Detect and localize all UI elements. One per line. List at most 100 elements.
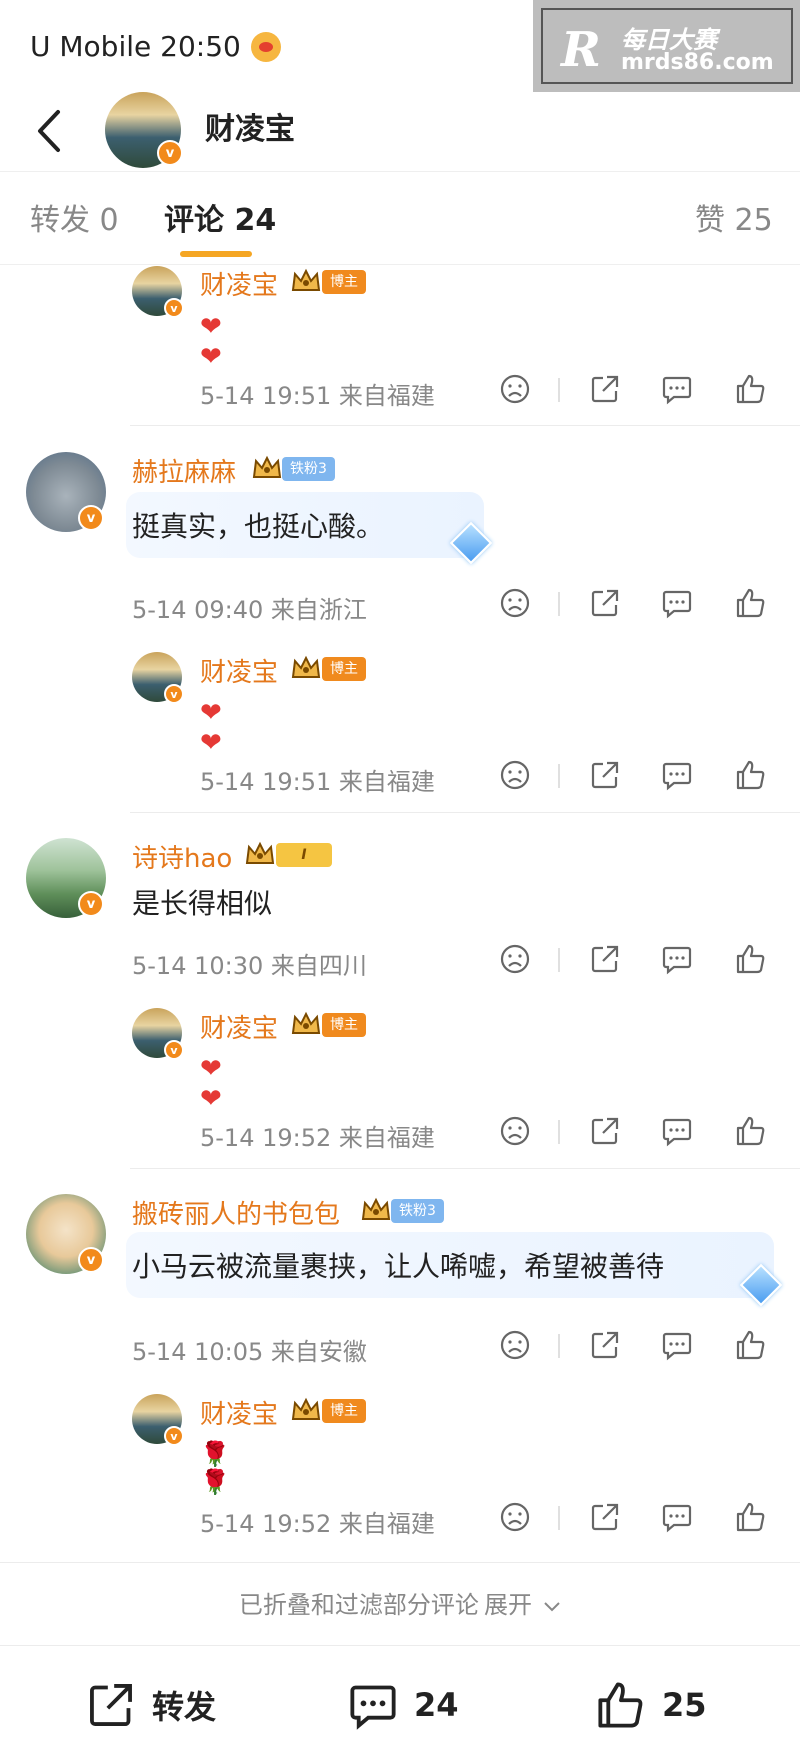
- expand-link[interactable]: 展开: [484, 1591, 532, 1619]
- crown-icon: [291, 1011, 321, 1034]
- repost-button[interactable]: 转发: [84, 1678, 216, 1732]
- verified-icon: v: [78, 891, 104, 917]
- share-icon[interactable]: [588, 942, 622, 976]
- verified-icon: v: [164, 298, 184, 318]
- share-icon[interactable]: [588, 372, 622, 406]
- like-button[interactable]: 25: [594, 1678, 707, 1732]
- comment-location: 来自福建: [338, 768, 435, 796]
- comment-meta: 5-14 19:51 来自福建: [200, 376, 435, 411]
- commenter-name[interactable]: 财凌宝: [200, 1394, 278, 1431]
- commenter-name[interactable]: 财凌宝: [200, 652, 278, 689]
- comment-actions: [498, 1328, 788, 1364]
- share-icon[interactable]: [588, 1328, 622, 1362]
- like-icon[interactable]: [734, 1114, 768, 1148]
- comment-button[interactable]: 24: [346, 1678, 459, 1732]
- comment-meta: 5-14 09:40 来自浙江: [132, 590, 367, 625]
- author-name[interactable]: 财凌宝: [205, 104, 295, 148]
- commenter-name[interactable]: 财凌宝: [200, 265, 278, 302]
- like-icon: [598, 1682, 643, 1728]
- comment-icon[interactable]: [660, 942, 694, 976]
- comment-text: 是长得相似: [132, 887, 273, 920]
- share-icon[interactable]: [588, 586, 622, 620]
- comment-actions: [498, 1500, 788, 1536]
- dislike-icon[interactable]: [498, 1328, 532, 1362]
- blogger-badge: 博主: [322, 270, 366, 294]
- header: v 财凌宝: [0, 92, 800, 172]
- share-icon[interactable]: [588, 1500, 622, 1534]
- comment-text: ❤❤: [200, 698, 224, 758]
- share-icon: [90, 1684, 132, 1726]
- comment-time: 5-14 19:51: [200, 768, 332, 796]
- like-icon[interactable]: [734, 758, 768, 792]
- like-icon[interactable]: [734, 1500, 768, 1534]
- like-icon[interactable]: [734, 1328, 768, 1362]
- bottom-action-bar: 转发 24 25: [0, 1648, 800, 1764]
- action-separator: [558, 1506, 560, 1530]
- blogger-badge: 博主: [322, 1013, 366, 1037]
- folded-comments-bar[interactable]: 已折叠和过滤部分评论 展开: [0, 1562, 800, 1646]
- comment-text: 🌹🌹: [200, 1440, 230, 1496]
- verified-icon: v: [164, 684, 184, 704]
- like-icon[interactable]: [734, 372, 768, 406]
- blogger-badge: 博主: [322, 1399, 366, 1423]
- dislike-icon[interactable]: [498, 758, 532, 792]
- divider: [130, 812, 800, 813]
- comment-meta: 5-14 19:52 来自福建: [200, 1118, 435, 1153]
- share-icon[interactable]: [588, 758, 622, 792]
- level-badge: I: [276, 843, 332, 867]
- comment-icon[interactable]: [660, 1500, 694, 1534]
- commenter-name[interactable]: 搬砖丽人的书包包: [132, 1194, 340, 1231]
- verified-icon: v: [164, 1426, 184, 1446]
- action-separator: [558, 1334, 560, 1358]
- comment-time: 5-14 19:51: [200, 382, 332, 410]
- divider: [130, 1168, 800, 1169]
- like-count: 25: [662, 1686, 707, 1724]
- comment-text: 小马云被流量裹挟，让人唏嘘，希望被善待: [132, 1250, 665, 1283]
- crown-icon: [361, 1197, 391, 1220]
- share-icon[interactable]: [588, 1114, 622, 1148]
- dislike-icon[interactable]: [498, 1500, 532, 1534]
- comment-time: 5-14 10:30: [132, 952, 264, 980]
- comment-text: 挺真实，也挺心酸。: [132, 510, 385, 543]
- commenter-name[interactable]: 赫拉麻麻: [132, 452, 236, 489]
- comment-icon[interactable]: [660, 1328, 694, 1362]
- watermark: R 每日大赛 mrds86.com: [533, 0, 800, 92]
- comment-icon[interactable]: [660, 1114, 694, 1148]
- comment-actions: [498, 586, 788, 622]
- verified-icon: v: [78, 505, 104, 531]
- watermark-site: mrds86.com: [621, 50, 774, 75]
- like-icon[interactable]: [734, 586, 768, 620]
- comment-location: 来自四川: [270, 952, 367, 980]
- carrier-time-text: U Mobile 20:50: [30, 30, 241, 63]
- dislike-icon[interactable]: [498, 586, 532, 620]
- tab-bar: 转发 0 评论 24 赞 25: [0, 173, 800, 265]
- iron-fan-badge: 铁粉3: [391, 1199, 444, 1223]
- comment-actions: [498, 1114, 788, 1150]
- comment-icon[interactable]: [660, 372, 694, 406]
- weibo-icon: [250, 31, 281, 62]
- tab-likes[interactable]: 赞 25: [695, 195, 773, 239]
- comment-icon[interactable]: [660, 758, 694, 792]
- dislike-icon[interactable]: [498, 372, 532, 406]
- watermark-frame: R 每日大赛 mrds86.com: [541, 8, 793, 84]
- comment-text: ❤❤: [200, 1054, 224, 1114]
- comment-time: 5-14 09:40: [132, 596, 264, 624]
- blogger-badge: 博主: [322, 657, 366, 681]
- comment-icon[interactable]: [660, 586, 694, 620]
- iron-fan-badge: 铁粉3: [282, 457, 335, 481]
- watermark-logo: R: [561, 22, 601, 78]
- comment-location: 来自福建: [338, 382, 435, 410]
- dislike-icon[interactable]: [498, 942, 532, 976]
- tab-repost[interactable]: 转发 0: [30, 195, 119, 239]
- dislike-icon[interactable]: [498, 1114, 532, 1148]
- comment-meta: 5-14 10:30 来自四川: [132, 946, 367, 981]
- comment-time: 5-14 19:52: [200, 1124, 332, 1152]
- back-icon[interactable]: [30, 106, 70, 156]
- tab-comments[interactable]: 评论 24: [164, 195, 276, 239]
- commenter-name[interactable]: 财凌宝: [200, 1008, 278, 1045]
- comment-actions: [498, 372, 788, 408]
- comment-actions: [498, 942, 788, 978]
- like-icon[interactable]: [734, 942, 768, 976]
- carrier-time: U Mobile 20:50: [30, 30, 281, 63]
- commenter-name[interactable]: 诗诗hao: [132, 838, 232, 875]
